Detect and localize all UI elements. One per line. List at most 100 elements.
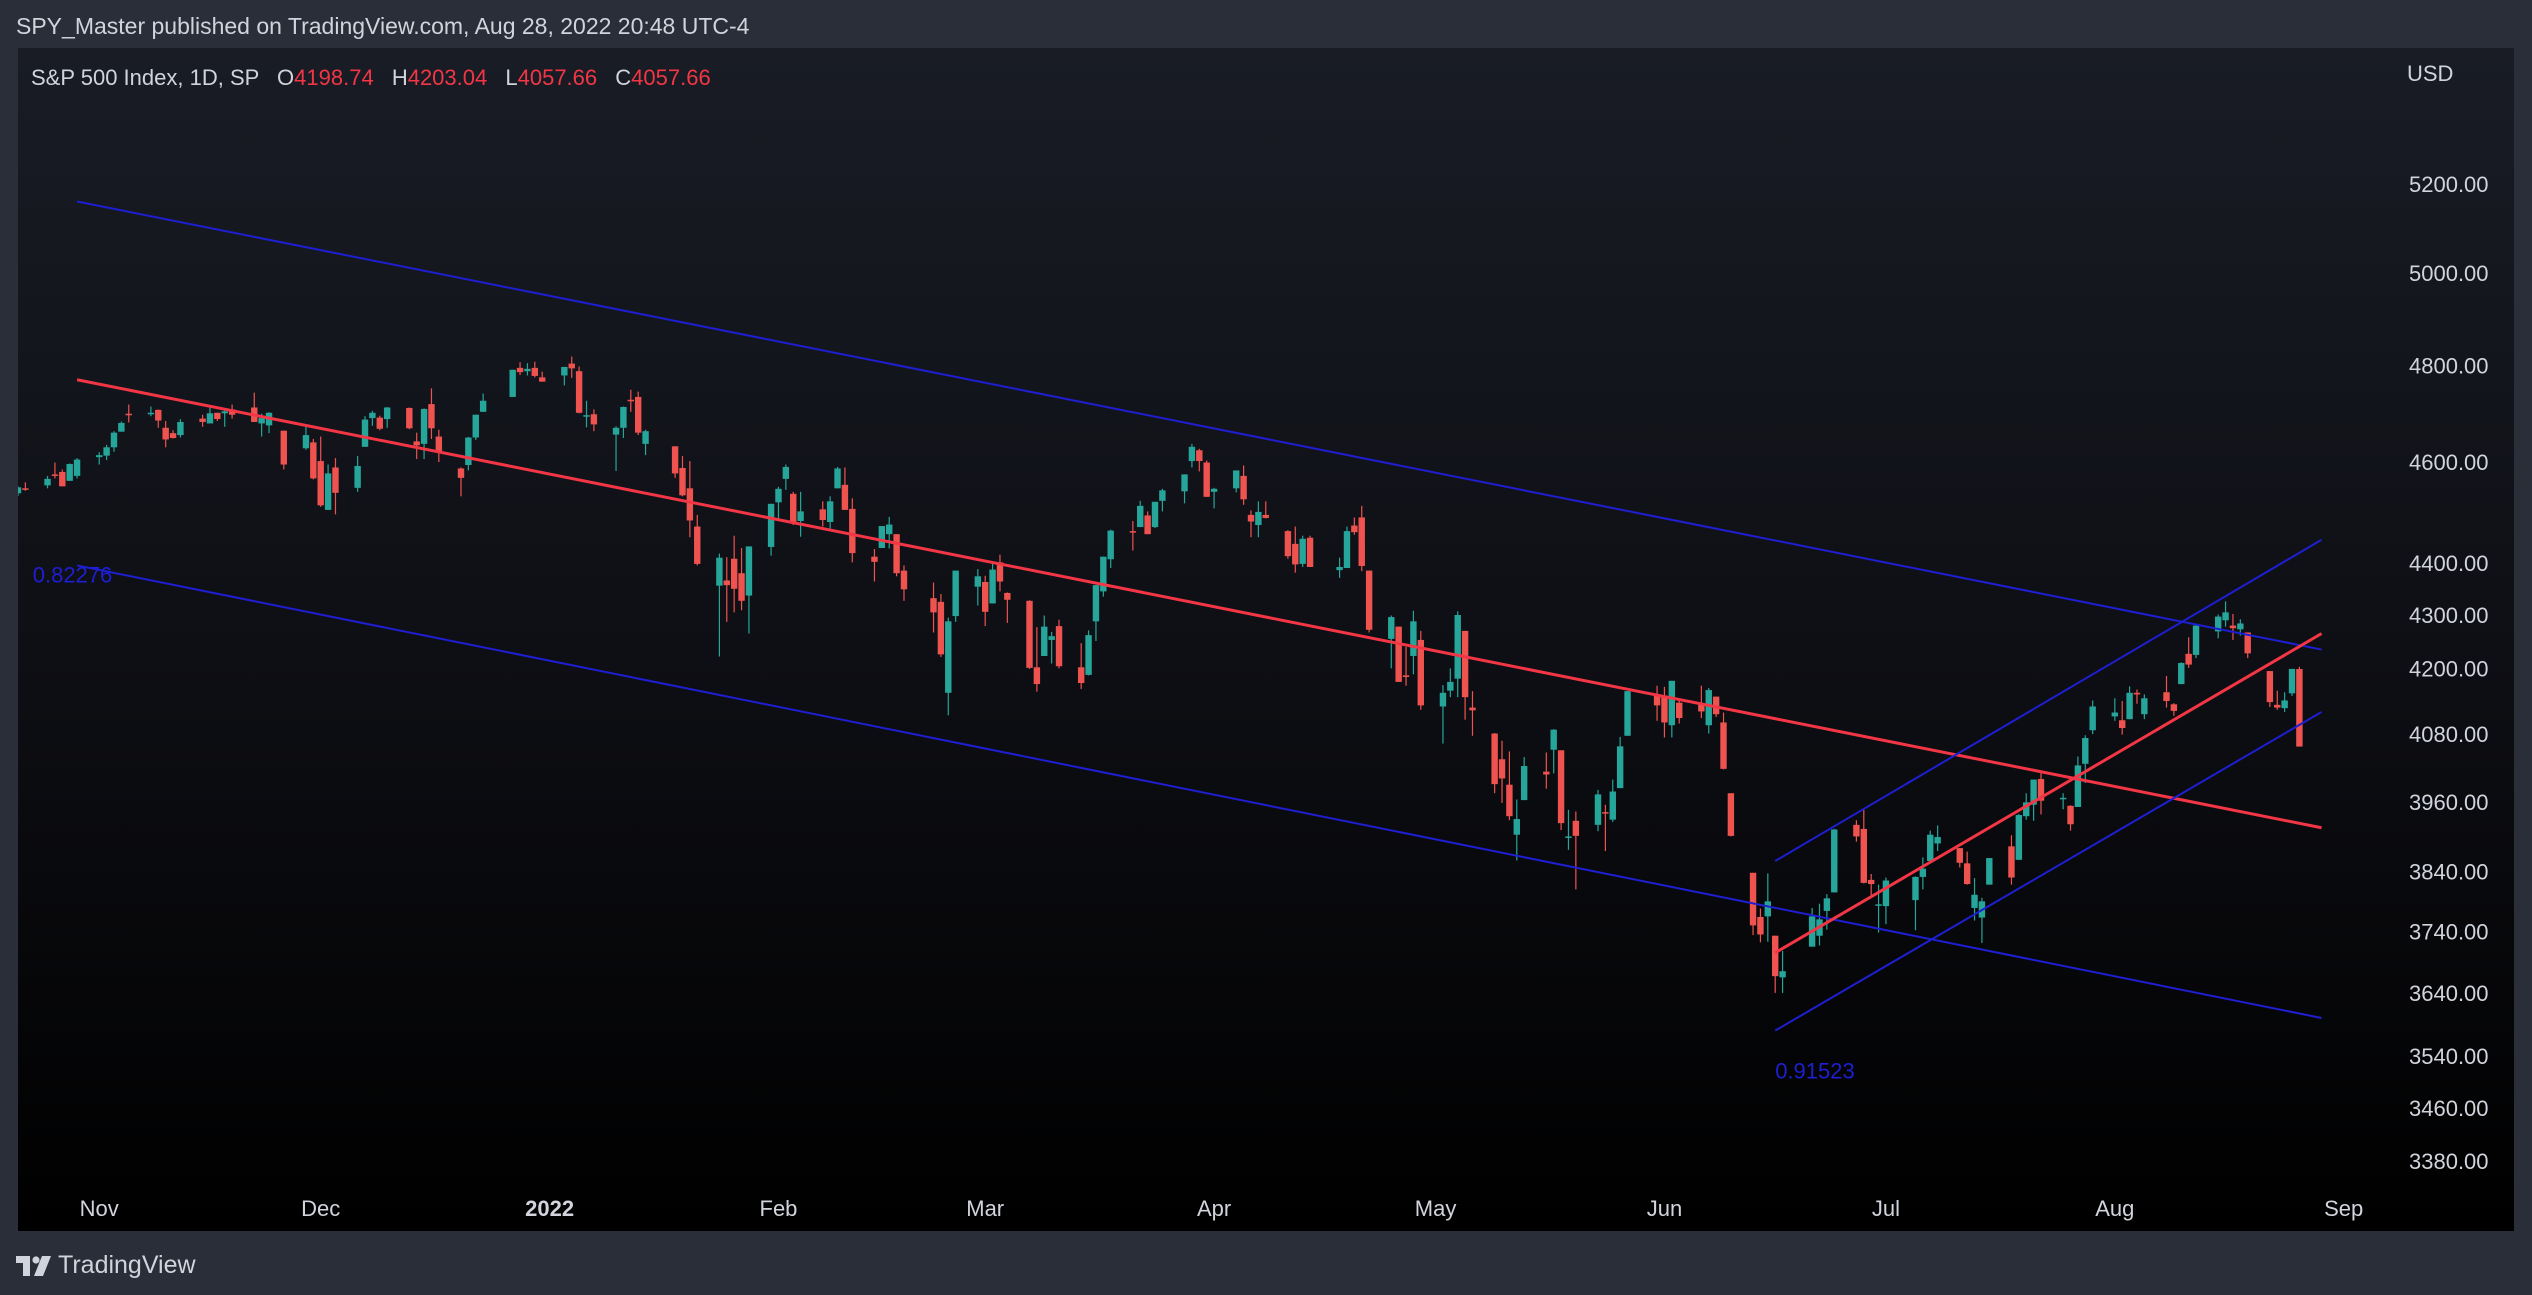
- candle[interactable]: [2170, 703, 2178, 716]
- candle[interactable]: [199, 414, 206, 427]
- candle[interactable]: [2119, 701, 2126, 735]
- candle[interactable]: [1151, 501, 1159, 529]
- candle[interactable]: [214, 412, 221, 422]
- candle[interactable]: [1026, 600, 1033, 669]
- candle[interactable]: [1033, 627, 1041, 692]
- candle[interactable]: [634, 391, 642, 436]
- candle[interactable]: [686, 461, 694, 538]
- candle[interactable]: [849, 498, 856, 563]
- candle[interactable]: [871, 548, 878, 582]
- candle[interactable]: [1978, 897, 1986, 944]
- candle[interactable]: [1853, 820, 1860, 842]
- candle[interactable]: [1447, 668, 1454, 698]
- candle[interactable]: [1417, 630, 1425, 710]
- candle[interactable]: [2185, 637, 2192, 668]
- candle[interactable]: [1144, 511, 1151, 535]
- candle[interactable]: [1771, 935, 1779, 993]
- candle[interactable]: [2244, 632, 2251, 659]
- candle[interactable]: [1653, 685, 1661, 721]
- candle[interactable]: [620, 406, 627, 439]
- candle[interactable]: [317, 436, 324, 507]
- candle[interactable]: [472, 414, 479, 440]
- candle[interactable]: [671, 446, 679, 478]
- channel-lower-long[interactable]: [76, 564, 2322, 1019]
- candle[interactable]: [1410, 610, 1417, 675]
- candle[interactable]: [1402, 646, 1410, 686]
- candle[interactable]: [1572, 811, 1580, 890]
- candle[interactable]: [568, 356, 575, 378]
- candle[interactable]: [265, 412, 273, 434]
- candle[interactable]: [900, 565, 908, 601]
- candle[interactable]: [2141, 694, 2148, 720]
- candle[interactable]: [2133, 689, 2141, 704]
- candle[interactable]: [524, 363, 531, 376]
- candle[interactable]: [1594, 789, 1602, 832]
- candle[interactable]: [1860, 809, 1867, 884]
- candle[interactable]: [790, 491, 797, 526]
- candle[interactable]: [1041, 615, 1048, 656]
- candle[interactable]: [1439, 685, 1447, 744]
- candle[interactable]: [1867, 873, 1875, 896]
- candle[interactable]: [627, 389, 635, 412]
- candle[interactable]: [1506, 751, 1513, 821]
- candle[interactable]: [2015, 813, 2023, 860]
- candle[interactable]: [561, 366, 568, 386]
- candle[interactable]: [834, 466, 841, 489]
- candle[interactable]: [1565, 809, 1572, 850]
- candle[interactable]: [2296, 666, 2303, 747]
- candle[interactable]: [361, 416, 369, 447]
- candle[interactable]: [2288, 668, 2296, 697]
- candle[interactable]: [206, 406, 214, 424]
- candle[interactable]: [1882, 877, 1890, 925]
- candle[interactable]: [1284, 530, 1292, 559]
- candle[interactable]: [2089, 700, 2096, 735]
- candle[interactable]: [302, 426, 310, 450]
- candle[interactable]: [767, 503, 775, 556]
- candle[interactable]: [1513, 799, 1520, 861]
- candle[interactable]: [1358, 505, 1365, 572]
- candle[interactable]: [1351, 517, 1358, 535]
- candle[interactable]: [1336, 557, 1343, 578]
- candle[interactable]: [59, 469, 66, 487]
- candle[interactable]: [2222, 601, 2229, 627]
- candle[interactable]: [1055, 619, 1063, 669]
- candle[interactable]: [1092, 585, 1100, 641]
- candle[interactable]: [1609, 779, 1616, 822]
- candle[interactable]: [147, 406, 155, 417]
- candle[interactable]: [221, 409, 228, 427]
- candle[interactable]: [1963, 851, 1971, 885]
- candle[interactable]: [1240, 465, 1247, 505]
- candle[interactable]: [479, 393, 487, 412]
- candle[interactable]: [1188, 443, 1196, 468]
- candle[interactable]: [428, 388, 435, 439]
- trendline-red-short[interactable]: [1774, 632, 2323, 955]
- candle[interactable]: [1247, 510, 1255, 538]
- candle[interactable]: [1550, 729, 1557, 774]
- candle[interactable]: [575, 366, 583, 414]
- candle[interactable]: [457, 467, 465, 497]
- candle[interactable]: [1491, 733, 1498, 794]
- candle[interactable]: [1343, 526, 1351, 569]
- candle[interactable]: [612, 426, 620, 471]
- candle[interactable]: [2126, 686, 2133, 720]
- candle[interactable]: [679, 456, 686, 497]
- candle[interactable]: [2178, 662, 2185, 685]
- candle[interactable]: [383, 407, 391, 428]
- chart-area[interactable]: 0.82276 0.91523 5200.00 5000.00 4800.00 4600…: [18, 48, 2514, 1231]
- candle[interactable]: [716, 553, 723, 657]
- candle[interactable]: [332, 458, 339, 515]
- candle[interactable]: [782, 464, 790, 490]
- candle[interactable]: [1602, 804, 1609, 852]
- candle[interactable]: [1934, 825, 1941, 852]
- candle[interactable]: [125, 404, 132, 423]
- candle[interactable]: [1255, 501, 1262, 538]
- candle[interactable]: [1927, 830, 1934, 862]
- channel-upper-long[interactable]: [76, 200, 2322, 651]
- candlestick-chart[interactable]: 0.82276 0.91523 5200.00 5000.00 4800.00 4600…: [18, 48, 2514, 1231]
- candle[interactable]: [18, 486, 22, 496]
- candle[interactable]: [1159, 488, 1166, 512]
- candle[interactable]: [354, 456, 361, 492]
- candle[interactable]: [2192, 625, 2200, 659]
- candle[interactable]: [1365, 570, 1373, 633]
- candle[interactable]: [2111, 698, 2119, 721]
